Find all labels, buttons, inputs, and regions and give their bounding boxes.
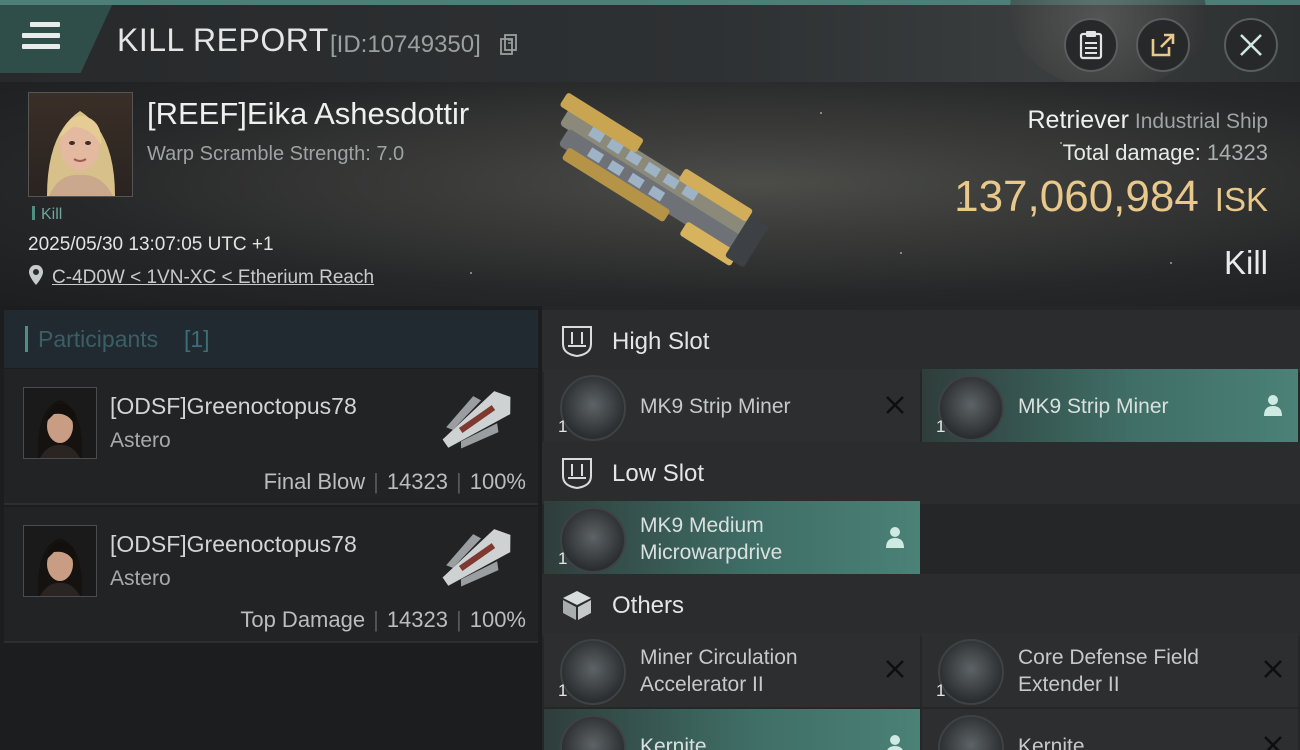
victim-portrait[interactable] [28, 92, 133, 197]
module-name: MK9 Strip Miner [640, 395, 791, 418]
strip-miner-icon [560, 375, 626, 441]
low-slot-label: Low Slot [612, 460, 705, 487]
participant-ship-icon [442, 391, 511, 449]
high-slot-header: High Slot [542, 310, 1300, 372]
dropped-person-icon [1264, 395, 1282, 416]
module-quantity: 1 [558, 549, 568, 568]
ship-render [559, 93, 768, 267]
report-id: [ID:10749350] [330, 31, 481, 58]
module-slot[interactable]: 1 MK9 Strip Miner [922, 369, 1298, 443]
module-quantity: 1 [558, 417, 568, 436]
ore-icon [938, 715, 1004, 750]
participant-percent: 100% [469, 607, 526, 632]
total-damage-value: 14323 [1206, 140, 1268, 165]
warp-scramble-strength: Warp Scramble Strength: 7.0 [147, 143, 405, 165]
module-slot[interactable]: 1 MK9 Medium Microwarpdrive [544, 501, 920, 575]
participant-name: [ODSF]Greenoctopus78 [110, 531, 357, 557]
high-slot-label: High Slot [612, 328, 710, 355]
destroyed-icon [886, 660, 904, 678]
module-name-line1: Miner Circulation [640, 646, 798, 669]
clipboard-icon [1079, 31, 1103, 60]
close-icon [1240, 34, 1262, 56]
clipboard-button[interactable] [1064, 18, 1118, 72]
participant-role: Final Blow [263, 469, 366, 494]
participant-row[interactable]: [ODSF]Greenoctopus78 Astero Final Blow | 1… [4, 369, 538, 505]
victim-name[interactable]: [REEF]Eika Ashesdottir [147, 96, 469, 132]
accelerator-icon [560, 639, 626, 705]
total-damage-label: Total damage: [1062, 140, 1201, 165]
participants-count: [1] [184, 326, 210, 352]
location-link[interactable]: C-4D0W < 1VN-XC < Etherium Reach [52, 267, 374, 289]
destroyed-icon [1264, 736, 1282, 750]
module-name-line1: Core Defense Field [1018, 646, 1199, 669]
kill-tag: Kill [32, 206, 62, 224]
dropped-person-icon [886, 527, 904, 548]
others-header: Others [542, 574, 1300, 636]
isk-currency: ISK [1214, 181, 1268, 218]
module-name-line2: Extender II [1018, 673, 1120, 696]
participant-damage: 14323 [386, 607, 448, 632]
low-slot-header: Low Slot [542, 442, 1300, 504]
isk-amount: 137,060,984 [954, 172, 1199, 221]
menu-icon[interactable] [22, 22, 60, 56]
module-name-line2: Microwarpdrive [640, 541, 783, 564]
participant-ship: Astero [110, 429, 171, 452]
participant-name: [ODSF]Greenoctopus78 [110, 393, 357, 419]
module-quantity: 1 [558, 681, 568, 700]
high-slot-icon [562, 326, 592, 358]
participant-ship-icon [442, 529, 511, 587]
share-button[interactable] [1136, 18, 1190, 72]
kill-datetime: 2025/05/30 13:07:05 UTC +1 [28, 234, 274, 255]
dropped-person-icon [887, 735, 903, 750]
participant-avatar [23, 525, 97, 597]
participant-damage: 14323 [386, 469, 448, 494]
low-slot-icon [562, 458, 592, 490]
microwarpdrive-icon [560, 507, 626, 573]
close-button[interactable] [1224, 18, 1278, 72]
module-quantity: 1 [936, 417, 946, 436]
module-name: MK9 Strip Miner [1018, 395, 1169, 418]
module-slot[interactable]: 1 Miner Circulation Accelerator II [544, 633, 920, 707]
copy-icon[interactable] [500, 34, 518, 56]
others-label: Others [612, 592, 685, 619]
total-damage: Total damage: 14323 [1063, 140, 1268, 166]
destroyed-icon [886, 396, 904, 414]
destroyed-icon [1264, 660, 1282, 678]
participant-avatar [23, 387, 97, 459]
ship-name: Retriever [1027, 106, 1129, 134]
cube-icon [563, 591, 591, 620]
share-icon [1151, 33, 1175, 57]
ship-type[interactable]: Retriever Industrial Ship [1028, 106, 1269, 135]
module-name-line1: MK9 Medium [640, 514, 764, 537]
module-slot[interactable]: 1 MK9 Strip Miner [544, 369, 920, 443]
ore-icon [560, 715, 626, 750]
module-slot[interactable]: 1 Core Defense Field Extender II [922, 633, 1298, 707]
shield-extender-icon [938, 639, 1004, 705]
kill-result: Kill [1223, 244, 1268, 281]
module-name-line2: Accelerator II [640, 673, 764, 696]
strip-miner-icon [938, 375, 1004, 441]
participant-row[interactable]: [ODSF]Greenoctopus78 Astero Top Damage | 1… [4, 507, 538, 643]
participants-title: Participants [38, 326, 159, 352]
participant-percent: 100% [469, 469, 526, 494]
participant-ship: Astero [110, 567, 171, 590]
participant-stats: Final Blow | 14323 | 100% [263, 469, 526, 494]
module-slot[interactable]: Kernite [922, 709, 1298, 750]
module-name: Kernite [1018, 735, 1085, 750]
location-pin-icon [29, 265, 43, 285]
ship-class: Industrial Ship [1134, 110, 1268, 133]
participant-stats: Top Damage | 14323 | 100% [240, 607, 526, 632]
module-slot[interactable]: Kernite [544, 709, 920, 750]
module-quantity: 1 [936, 681, 946, 700]
module-name: Kernite [640, 735, 707, 750]
page-title: KILL REPORT [117, 22, 329, 58]
participant-role: Top Damage [240, 607, 366, 632]
isk-value: 137,060,984 ISK [954, 172, 1268, 222]
